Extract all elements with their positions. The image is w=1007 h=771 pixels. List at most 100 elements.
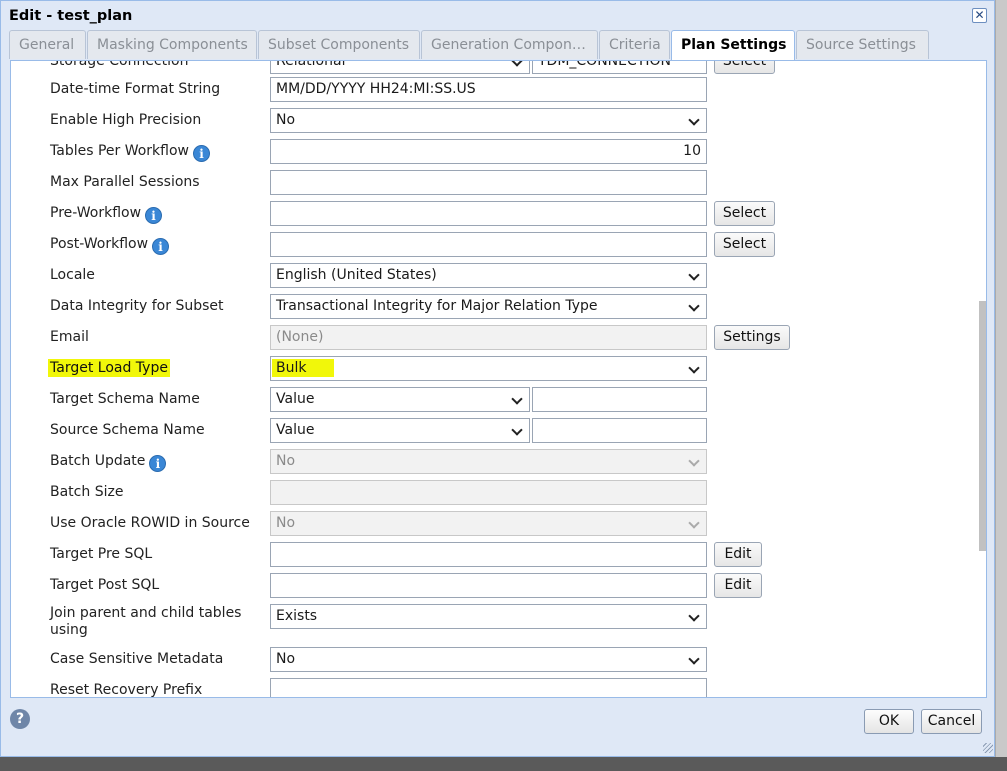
join-parent-child-row: Join parent and child tables using Exist… <box>11 604 971 644</box>
tab-criteria[interactable]: Criteria <box>599 30 670 59</box>
high-precision-select[interactable]: No <box>270 108 707 133</box>
storage-connection-label: Storage Connection <box>50 60 189 69</box>
tab-plan-settings[interactable]: Plan Settings <box>671 30 795 61</box>
email-row: Email (None) Settings <box>11 325 971 351</box>
tab-source-settings[interactable]: Source Settings <box>796 30 929 59</box>
locale-label: Locale <box>50 267 95 283</box>
locale-select[interactable]: English (United States) <box>270 263 707 288</box>
post-workflow-label-wrap: Post-Workflow i <box>50 236 170 255</box>
data-integrity-select[interactable]: Transactional Integrity for Major Relati… <box>270 294 707 319</box>
email-label: Email <box>50 329 89 345</box>
batch-size-row: Batch Size <box>11 480 971 506</box>
target-schema-mode-select[interactable]: Value <box>270 387 530 412</box>
target-load-type-value: Bulk <box>272 359 335 377</box>
reset-recovery-input[interactable] <box>270 678 707 697</box>
target-load-type-row: Target Load Type Bulk <box>11 356 971 382</box>
target-schema-input[interactable] <box>532 387 707 412</box>
tables-per-workflow-label: Tables Per Workflow <box>50 143 189 159</box>
pre-workflow-input[interactable] <box>270 201 707 226</box>
cancel-button[interactable]: Cancel <box>921 709 982 734</box>
close-icon[interactable]: ✕ <box>972 8 987 23</box>
info-icon[interactable]: i <box>149 455 167 472</box>
batch-update-label-wrap: Batch Update i <box>50 453 167 472</box>
locale-row: Locale English (United States) <box>11 263 971 289</box>
target-pre-sql-input[interactable] <box>270 542 707 567</box>
storage-connection-row: Storage Connection Relational TDM_CONNEC… <box>11 60 971 75</box>
target-post-sql-row: Target Post SQL Edit <box>11 573 971 599</box>
ok-button[interactable]: OK <box>864 709 914 734</box>
target-pre-sql-label: Target Pre SQL <box>50 546 153 562</box>
batch-size-input <box>270 480 707 505</box>
dialog-title: Edit - test_plan <box>9 8 133 24</box>
max-parallel-row: Max Parallel Sessions <box>11 170 971 196</box>
join-parent-child-select[interactable]: Exists <box>270 604 707 629</box>
reset-recovery-label: Reset Recovery Prefix <box>50 682 203 698</box>
target-post-sql-input[interactable] <box>270 573 707 598</box>
target-load-type-label-wrap: Target Load Type <box>48 359 170 377</box>
storage-connection-select-button[interactable]: Select <box>714 61 775 74</box>
email-settings-button[interactable]: Settings <box>714 325 790 350</box>
help-icon[interactable]: ? <box>10 709 30 729</box>
info-icon[interactable]: i <box>145 207 163 224</box>
batch-update-label: Batch Update <box>50 453 146 469</box>
datetime-format-input[interactable]: MM/DD/YYYY HH24:MI:SS.US <box>270 77 707 102</box>
source-schema-row: Source Schema Name Value <box>11 418 971 444</box>
batch-size-label: Batch Size <box>50 484 124 500</box>
resize-grip-icon[interactable] <box>983 743 993 753</box>
tab-subset-components[interactable]: Subset Components <box>258 30 420 59</box>
high-precision-row: Enable High Precision No <box>11 108 971 134</box>
panel-scrollbar[interactable] <box>977 61 986 697</box>
background-window-edge <box>995 0 1007 757</box>
case-sensitive-row: Case Sensitive Metadata No <box>11 647 971 673</box>
target-schema-row: Target Schema Name Value <box>11 387 971 413</box>
data-integrity-label: Data Integrity for Subset <box>50 298 224 314</box>
datetime-format-label: Date-time Format String <box>50 81 221 97</box>
data-integrity-row: Data Integrity for Subset Transactional … <box>11 294 971 320</box>
tab-strip: General Masking Components Subset Compon… <box>9 30 989 61</box>
pre-workflow-select-button[interactable]: Select <box>714 201 775 226</box>
max-parallel-label: Max Parallel Sessions <box>50 174 200 190</box>
oracle-rowid-label: Use Oracle ROWID in Source <box>50 515 250 531</box>
target-load-type-select[interactable]: Bulk <box>270 356 707 381</box>
target-post-sql-edit-button[interactable]: Edit <box>714 573 762 598</box>
tab-masking-components[interactable]: Masking Components <box>87 30 257 59</box>
info-icon[interactable]: i <box>193 145 210 162</box>
oracle-rowid-select: No <box>270 511 707 536</box>
tables-per-workflow-label-wrap: Tables Per Workflow i <box>50 143 210 162</box>
storage-connection-type-select[interactable]: Relational <box>270 61 530 74</box>
max-parallel-input[interactable] <box>270 170 707 195</box>
post-workflow-label: Post-Workflow <box>50 236 149 252</box>
reset-recovery-row: Reset Recovery Prefix <box>11 678 971 698</box>
case-sensitive-label: Case Sensitive Metadata <box>50 651 224 667</box>
email-input: (None) <box>270 325 707 350</box>
scrollbar-thumb[interactable] <box>979 301 986 551</box>
case-sensitive-select[interactable]: No <box>270 647 707 672</box>
post-workflow-input[interactable] <box>270 232 707 257</box>
target-pre-sql-edit-button[interactable]: Edit <box>714 542 762 567</box>
target-load-type-label: Target Load Type <box>48 359 170 377</box>
tab-general[interactable]: General <box>9 30 86 59</box>
source-schema-mode-select[interactable]: Value <box>270 418 530 443</box>
storage-connection-input[interactable]: TDM_CONNECTION <box>532 61 707 74</box>
source-schema-label: Source Schema Name <box>50 422 205 438</box>
pre-workflow-label: Pre-Workflow <box>50 205 142 221</box>
plan-settings-panel: Storage Connection Relational TDM_CONNEC… <box>10 60 987 698</box>
post-workflow-select-button[interactable]: Select <box>714 232 775 257</box>
source-schema-input[interactable] <box>532 418 707 443</box>
batch-update-row: Batch Update i No <box>11 449 971 475</box>
title-bar[interactable]: Edit - test_plan ✕ <box>1 1 994 31</box>
tab-generation-components[interactable]: Generation Compon… <box>421 30 598 59</box>
oracle-rowid-row: Use Oracle ROWID in Source No <box>11 511 971 537</box>
target-pre-sql-row: Target Pre SQL Edit <box>11 542 971 568</box>
background-desktop <box>0 757 1007 771</box>
target-post-sql-label: Target Post SQL <box>50 577 160 593</box>
join-parent-child-label: Join parent and child tables using <box>50 605 242 638</box>
datetime-format-row: Date-time Format String MM/DD/YYYY HH24:… <box>11 77 971 103</box>
tables-per-workflow-input[interactable]: 10 <box>270 139 707 164</box>
batch-update-select: No <box>270 449 707 474</box>
high-precision-label: Enable High Precision <box>50 112 202 128</box>
info-icon[interactable]: i <box>152 238 170 255</box>
pre-workflow-label-wrap: Pre-Workflow i <box>50 205 163 224</box>
tables-per-workflow-row: Tables Per Workflow i 10 <box>11 139 971 165</box>
target-schema-label: Target Schema Name <box>50 391 200 407</box>
